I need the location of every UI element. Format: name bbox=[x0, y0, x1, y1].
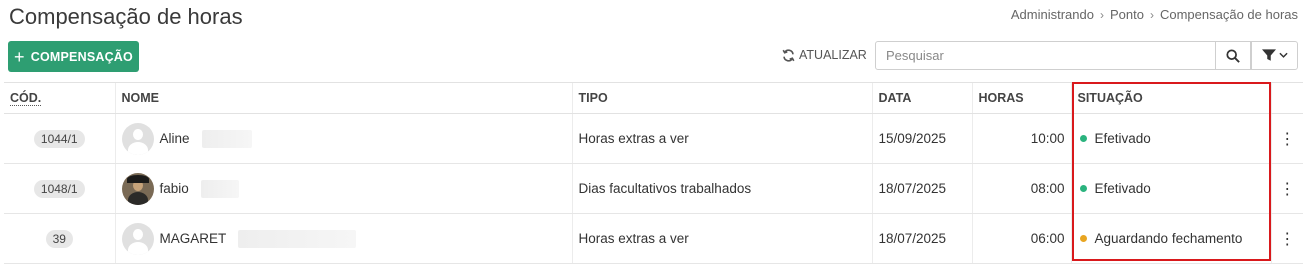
breadcrumb-item-current: Compensação de horas bbox=[1159, 7, 1298, 22]
more-vertical-icon: ⋮ bbox=[1279, 230, 1296, 248]
avatar bbox=[121, 172, 154, 205]
status-cell: Efetivado bbox=[1070, 113, 1271, 164]
avatar bbox=[121, 222, 154, 255]
redacted-surname bbox=[201, 129, 252, 148]
column-header-name[interactable]: NOME bbox=[114, 82, 572, 114]
breadcrumb-item-admin[interactable]: Administrando bbox=[1011, 7, 1094, 22]
status-label: Aguardando fechamento bbox=[1094, 231, 1243, 246]
breadcrumb-item-ponto[interactable]: Ponto bbox=[1110, 7, 1144, 22]
row-menu-button[interactable]: ⋮ bbox=[1270, 163, 1303, 214]
chevron-down-icon bbox=[1278, 52, 1288, 58]
status-dot-icon bbox=[1079, 235, 1087, 242]
column-header-actions bbox=[1270, 82, 1303, 114]
code-cell: 1044/1 bbox=[4, 113, 115, 164]
table-row[interactable]: 1044/1 Aline Horas extras a ver 15/09/20… bbox=[4, 113, 1303, 164]
column-header-code[interactable]: CÓD. bbox=[4, 82, 115, 114]
date-cell: 18/07/2025 bbox=[871, 213, 972, 264]
date-cell: 15/09/2025 bbox=[871, 113, 972, 164]
column-header-status[interactable]: SITUAÇÃO bbox=[1070, 82, 1271, 114]
status-cell: Efetivado bbox=[1070, 163, 1271, 214]
redacted-surname bbox=[200, 179, 239, 198]
more-vertical-icon: ⋮ bbox=[1279, 180, 1296, 198]
more-vertical-icon: ⋮ bbox=[1279, 130, 1296, 148]
column-header-hours[interactable]: HORAS bbox=[971, 82, 1071, 114]
code-badge: 1044/1 bbox=[33, 129, 85, 148]
page-title: Compensação de horas bbox=[9, 4, 243, 29]
filter-icon bbox=[1261, 49, 1276, 61]
name-cell: Aline bbox=[114, 113, 572, 164]
breadcrumb: Administrando › Ponto › Compensação de h… bbox=[1011, 7, 1298, 22]
type-cell: Dias facultativos trabalhados bbox=[571, 163, 872, 214]
status-label: Efetivado bbox=[1094, 181, 1151, 196]
column-header-type[interactable]: TIPO bbox=[571, 82, 872, 114]
filter-dropdown-button[interactable] bbox=[1251, 41, 1298, 70]
redacted-surname bbox=[238, 229, 357, 248]
add-compensation-button[interactable]: + COMPENSAÇÃO bbox=[8, 41, 139, 72]
hours-cell: 10:00 bbox=[971, 113, 1071, 164]
search-field bbox=[875, 41, 1216, 70]
date-cell: 18/07/2025 bbox=[871, 163, 972, 214]
status-label: Efetivado bbox=[1094, 131, 1151, 146]
search-input[interactable] bbox=[876, 42, 1215, 69]
name-cell: fabio bbox=[114, 163, 572, 214]
row-menu-button[interactable]: ⋮ bbox=[1270, 113, 1303, 164]
employee-name: fabio bbox=[159, 181, 189, 196]
code-cell: 39 bbox=[4, 213, 115, 264]
code-badge: 1048/1 bbox=[33, 179, 85, 198]
hours-cell: 08:00 bbox=[971, 163, 1071, 214]
code-badge: 39 bbox=[45, 229, 73, 248]
search-icon bbox=[1225, 48, 1240, 63]
refresh-icon bbox=[782, 48, 795, 62]
table-row[interactable]: 39 MAGARET Horas extras a ver 18/07/2025… bbox=[4, 213, 1303, 264]
search-button[interactable] bbox=[1215, 41, 1251, 70]
chevron-right-icon: › bbox=[1099, 7, 1104, 22]
type-cell: Horas extras a ver bbox=[571, 113, 872, 164]
code-cell: 1048/1 bbox=[4, 163, 115, 214]
hours-cell: 06:00 bbox=[971, 213, 1071, 264]
employee-name: MAGARET bbox=[159, 231, 227, 246]
status-cell: Aguardando fechamento bbox=[1070, 213, 1271, 264]
compensation-table: CÓD. NOME TIPO DATA HORAS SITUAÇÃO 1044/… bbox=[4, 82, 1303, 264]
name-cell: MAGARET bbox=[114, 213, 572, 264]
table-row[interactable]: 1048/1 fabio Dias facultativos trabalhad… bbox=[4, 163, 1303, 214]
avatar bbox=[121, 122, 154, 155]
status-dot-icon bbox=[1079, 185, 1087, 192]
row-menu-button[interactable]: ⋮ bbox=[1270, 213, 1303, 264]
plus-icon: + bbox=[14, 46, 25, 67]
type-cell: Horas extras a ver bbox=[571, 213, 872, 264]
refresh-button[interactable]: ATUALIZAR bbox=[782, 48, 867, 62]
column-header-date[interactable]: DATA bbox=[871, 82, 972, 114]
status-dot-icon bbox=[1079, 135, 1087, 142]
chevron-right-icon: › bbox=[1149, 7, 1154, 22]
add-compensation-label: COMPENSAÇÃO bbox=[30, 49, 133, 64]
refresh-label: ATUALIZAR bbox=[799, 48, 867, 62]
table-header-row: CÓD. NOME TIPO DATA HORAS SITUAÇÃO bbox=[4, 82, 1303, 114]
employee-name: Aline bbox=[159, 131, 190, 146]
